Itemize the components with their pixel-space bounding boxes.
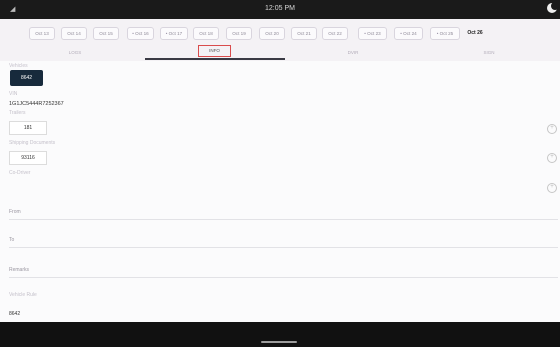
date-chip-label: Oct 24 [403,31,417,36]
vin-label: VIN [9,91,18,97]
date-chip-label: Oct 17 [168,31,183,36]
to-field[interactable]: To [9,233,558,248]
date-chip-label: Oct 16 [135,31,149,36]
date-chip[interactable]: Oct 14 [61,27,87,40]
status-bar: ◢ 12:05 PM [0,0,560,19]
navigation-bar [0,322,560,347]
vehicle-rule-label: Vehicle Rule [9,292,37,298]
date-chip[interactable]: • Oct 17 [160,27,188,40]
codriver-label: Co-Driver [9,170,31,176]
date-chip[interactable]: • Oct 23 [358,27,387,40]
date-chip-label: Oct 18 [199,31,213,36]
date-chip-label: Oct 19 [232,31,246,36]
date-chip-label: Oct 14 [67,31,81,36]
trailers-label: Trailers [9,110,26,116]
shipping-chip[interactable]: 93116 [9,151,47,165]
vehicle-button[interactable]: 8642 [10,70,43,86]
tab-logs[interactable]: LOGS [62,48,88,58]
date-chip-label: Oct 25 [439,31,454,36]
date-chip[interactable]: Oct 15 [93,27,119,40]
remarks-label: Remarks [9,267,30,273]
add-shipping-icon[interactable]: + [547,153,557,163]
add-trailer-icon[interactable]: + [547,124,557,134]
from-field[interactable]: From [9,205,558,220]
date-chip-label: Oct 13 [35,31,49,36]
date-chip[interactable]: Oct 19 [226,27,252,40]
date-chip[interactable]: Oct 21 [291,27,317,40]
vin-value: 1G1JC5444R7252367 [9,101,64,107]
active-tab-indicator [145,58,285,60]
date-chip[interactable]: Oct 20 [259,27,285,40]
bottom-value: 8642 [9,311,21,317]
date-chip[interactable]: Oct 26 [462,27,488,40]
trailer-chip[interactable]: 181 [9,121,47,135]
date-chip[interactable]: • Oct 25 [430,27,460,40]
date-chip-label: Oct 22 [328,31,342,36]
to-label: To [9,237,15,243]
status-time: 12:05 PM [265,5,295,12]
info-form: Vehicles 8642 VIN 1G1JC5444R7252367 Trai… [0,61,560,322]
date-chip-label: Oct 23 [367,31,381,36]
tab-sign[interactable]: SIGN [476,48,502,58]
home-gesture-bar[interactable] [261,341,297,343]
date-chip-label: Oct 20 [265,31,279,36]
dark-mode-icon [547,2,559,13]
remarks-field[interactable]: Remarks [9,263,558,278]
shipping-label: Shipping Documents [9,140,56,146]
tab-info[interactable]: INFO [198,45,231,57]
date-chip[interactable]: • Oct 24 [394,27,423,40]
from-label: From [9,209,21,215]
date-selector: Oct 13 Oct 14 Oct 15 • Oct 16 • Oct 17 Oct 18… [0,19,560,45]
date-chip-label: Oct 26 [467,30,483,36]
date-chip-label: Oct 21 [297,31,311,36]
date-chip[interactable]: Oct 18 [193,27,219,40]
add-codriver-icon[interactable]: + [547,183,557,193]
date-chip[interactable]: • Oct 16 [127,27,154,40]
tab-dvir[interactable]: DVIR [340,48,366,58]
vehicles-label: Vehicles [9,63,28,69]
date-chip-label: Oct 15 [99,31,113,36]
date-chip[interactable]: Oct 13 [29,27,55,40]
date-chip[interactable]: Oct 22 [322,27,348,40]
